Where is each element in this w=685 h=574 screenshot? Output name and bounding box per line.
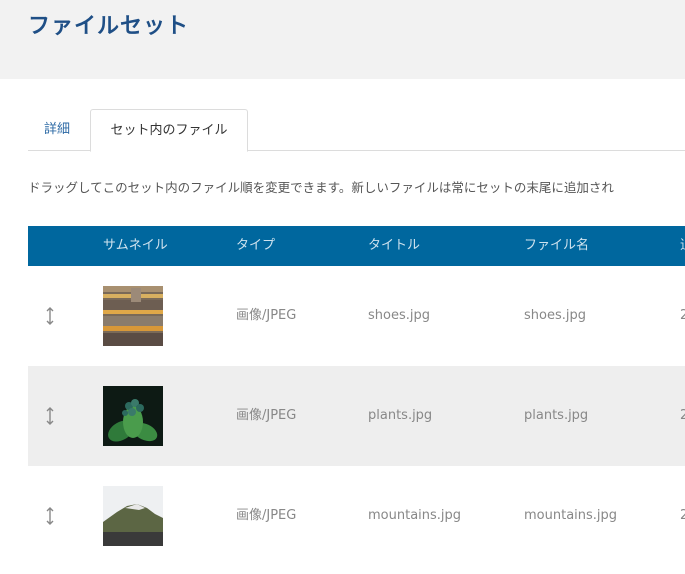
- table-row[interactable]: 画像/JPEG mountains.jpg mountains.jpg 2: [28, 466, 685, 566]
- drag-handle-icon[interactable]: [45, 507, 55, 525]
- column-header-added[interactable]: 追: [680, 226, 685, 266]
- table-row[interactable]: 画像/JPEG plants.jpg plants.jpg 2: [28, 366, 685, 466]
- file-added: 2: [680, 508, 685, 523]
- file-name: shoes.jpg: [524, 308, 586, 323]
- page-header: ファイルセット: [0, 0, 685, 79]
- file-title: shoes.jpg: [368, 308, 430, 323]
- file-name: plants.jpg: [524, 408, 589, 423]
- drag-handle-icon[interactable]: [45, 307, 55, 325]
- table-row[interactable]: 画像/JPEG shoes.jpg shoes.jpg 2: [28, 266, 685, 366]
- file-type: 画像/JPEG: [236, 408, 297, 423]
- column-header-type[interactable]: タイプ: [236, 226, 275, 266]
- file-title: plants.jpg: [368, 408, 433, 423]
- tab-bar: 詳細 セット内のファイル: [28, 109, 685, 152]
- files-table: サムネイル タイプ タイトル ファイル名 追 画像/JPEG shoes.jpg: [28, 226, 685, 566]
- column-header-title[interactable]: タイトル: [368, 226, 420, 266]
- column-header-filename[interactable]: ファイル名: [524, 226, 589, 266]
- file-added: 2: [680, 308, 685, 323]
- column-header-thumbnail[interactable]: サムネイル: [103, 226, 168, 266]
- table-header: サムネイル タイプ タイトル ファイル名 追: [28, 226, 685, 266]
- help-text: ドラッグしてこのセット内のファイル順を変更できます。新しいファイルは常にセットの…: [28, 180, 614, 195]
- tab-details[interactable]: 詳細: [44, 109, 70, 151]
- file-added: 2: [680, 408, 685, 423]
- page-title: ファイルセット: [28, 14, 190, 39]
- file-type: 画像/JPEG: [236, 508, 297, 523]
- drag-handle-icon[interactable]: [45, 407, 55, 425]
- file-type: 画像/JPEG: [236, 308, 297, 323]
- shoes-thumbnail[interactable]: [103, 286, 163, 346]
- file-name: mountains.jpg: [524, 508, 618, 523]
- tab-files-in-set[interactable]: セット内のファイル: [90, 109, 248, 152]
- mountains-thumbnail[interactable]: [103, 486, 163, 546]
- file-title: mountains.jpg: [368, 508, 462, 523]
- plants-thumbnail[interactable]: [103, 386, 163, 446]
